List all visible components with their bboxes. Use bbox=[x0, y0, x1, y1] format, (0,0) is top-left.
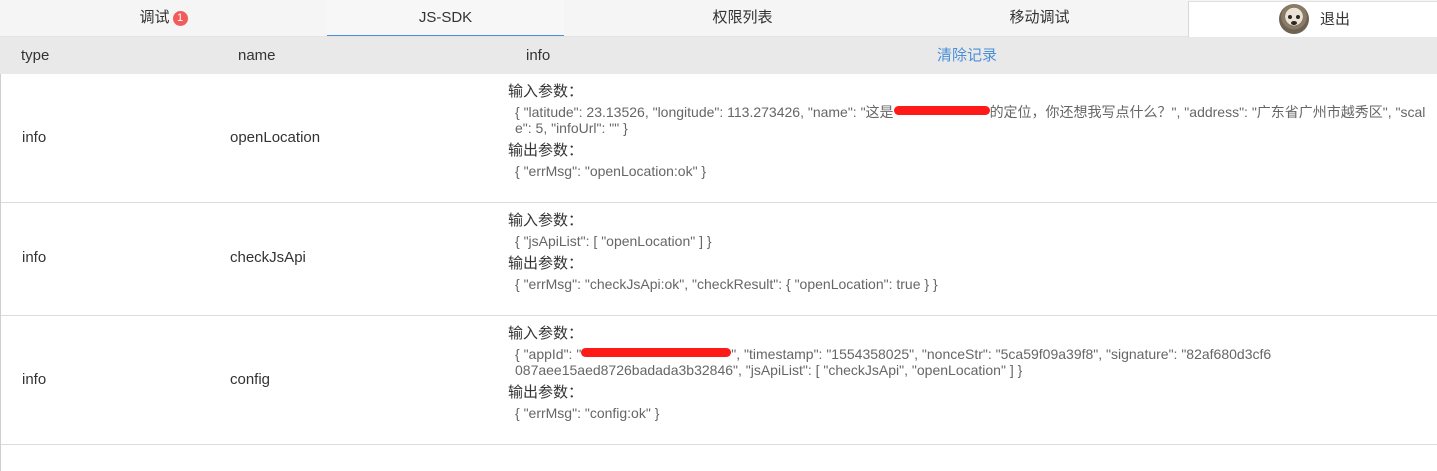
table-row: info config 输入参数： { "appId": " ", "timest… bbox=[1, 316, 1437, 445]
output-params-value: { "errMsg": "checkJsApi:ok", "checkResul… bbox=[515, 276, 938, 292]
output-params-label: 输出参数： bbox=[508, 384, 584, 401]
input-params-value: { "jsApiList": [ "openLocation" ] } bbox=[515, 233, 712, 249]
row-type: info bbox=[22, 249, 47, 266]
output-params-label: 输出参数： bbox=[508, 255, 584, 272]
row-info: 输入参数： { "latitude": 23.13526, "longitude… bbox=[508, 83, 1433, 179]
row-info: 输入参数： { "appId": " ", "timestamp": "15543… bbox=[508, 325, 1433, 421]
input-params-value: { "appId": " ", "timestamp": "1554358025"… bbox=[515, 346, 1272, 378]
tab-debug-label: 调试 bbox=[139, 9, 170, 26]
row-info: 输入参数： { "jsApiList": [ "openLocation" ] … bbox=[508, 212, 1433, 292]
tab-bar: 调试 1 JS-SDK 权限列表 移动调试 退出 bbox=[0, 0, 1437, 37]
row-type: info bbox=[22, 371, 47, 388]
tab-debug[interactable]: 调试 1 bbox=[0, 0, 327, 36]
table-header: type name info 清除记录 bbox=[0, 37, 1437, 74]
redaction-mark bbox=[581, 348, 732, 357]
row-name: config bbox=[230, 371, 271, 388]
input-params-value: { "latitude": 23.13526, "longitude": 113… bbox=[515, 104, 1426, 136]
output-params-value: { "errMsg": "openLocation:ok" } bbox=[515, 163, 707, 179]
tab-mobile-debug-label: 移动调试 bbox=[1009, 9, 1070, 26]
clear-records-button[interactable]: 清除记录 bbox=[937, 37, 997, 74]
input-params-label: 输入参数： bbox=[508, 212, 584, 229]
table-row: info openLocation 输入参数： { "latitude": 23… bbox=[1, 74, 1437, 203]
input-params-label: 输入参数： bbox=[508, 325, 584, 342]
header-type: type bbox=[21, 47, 50, 64]
input-params-label: 输入参数： bbox=[508, 83, 584, 100]
tab-js-sdk[interactable]: JS-SDK bbox=[327, 0, 564, 36]
row-name: checkJsApi bbox=[230, 249, 306, 266]
output-params-value: { "errMsg": "config:ok" } bbox=[515, 405, 660, 421]
header-name: name bbox=[238, 47, 276, 64]
redaction-mark bbox=[893, 106, 990, 115]
tab-js-sdk-label: JS-SDK bbox=[418, 9, 473, 26]
avatar-dog-icon[interactable] bbox=[1279, 4, 1309, 34]
row-name: openLocation bbox=[230, 129, 321, 146]
user-area: 退出 bbox=[1188, 1, 1437, 37]
header-info: info bbox=[526, 47, 551, 64]
output-params-label: 输出参数： bbox=[508, 142, 584, 159]
logout-button[interactable]: 退出 bbox=[1320, 2, 1350, 37]
row-type: info bbox=[22, 129, 47, 146]
table-row: info checkJsApi 输入参数： { "jsApiList": [ "… bbox=[1, 203, 1437, 316]
tab-mobile-debug[interactable]: 移动调试 bbox=[921, 0, 1158, 36]
notification-badge: 1 bbox=[172, 11, 188, 26]
tab-permissions[interactable]: 权限列表 bbox=[564, 0, 921, 36]
tab-permissions-label: 权限列表 bbox=[712, 9, 773, 26]
